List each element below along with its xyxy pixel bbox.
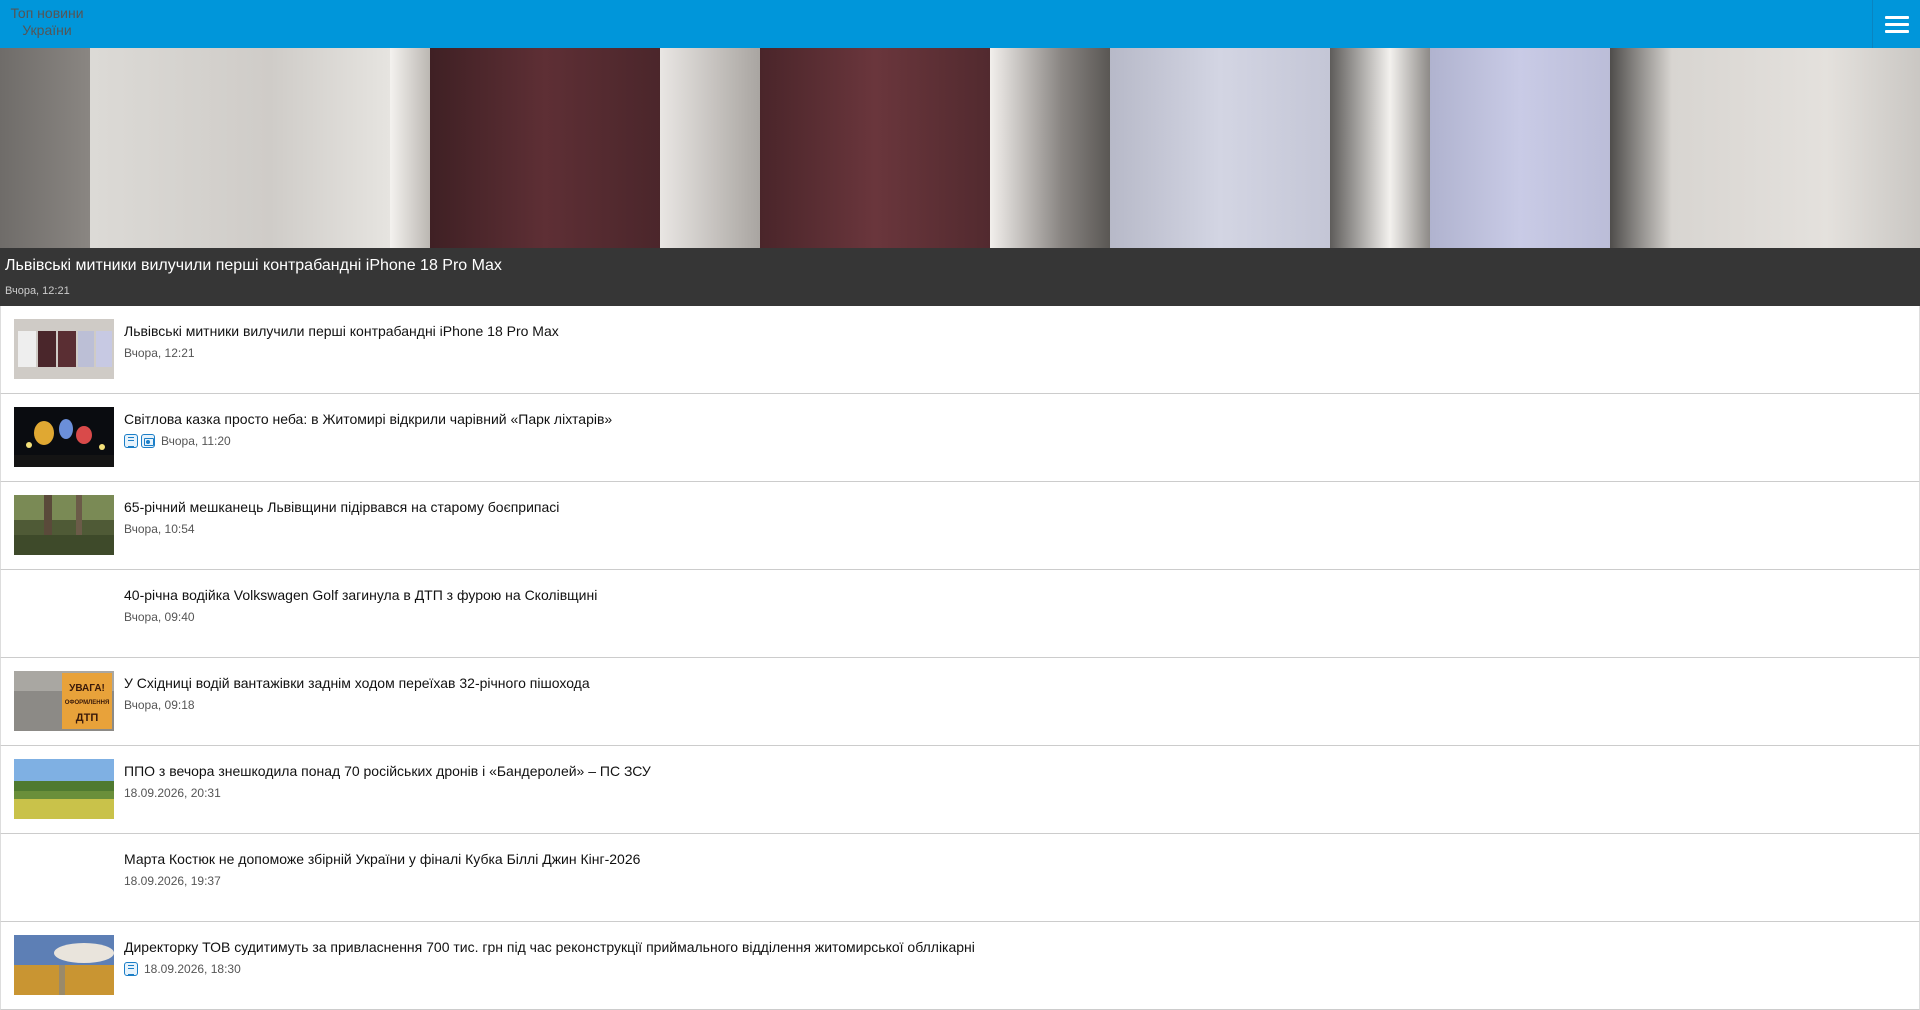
news-date: Вчора, 09:18 — [124, 698, 195, 712]
news-item[interactable]: Марта Костюк не допоможе збірній України… — [0, 834, 1920, 922]
news-title[interactable]: Марта Костюк не допоможе збірній України… — [124, 851, 640, 867]
menu-line — [1884, 15, 1909, 19]
news-date: Вчора, 11:20 — [161, 434, 231, 448]
news-thumbnail[interactable] — [14, 495, 114, 555]
field-image — [14, 759, 114, 819]
lanterns-image — [14, 407, 114, 467]
news-title[interactable]: У Східниці водій вантажівки заднім ходом… — [124, 675, 590, 691]
news-meta: 18.09.2026, 18:30 — [124, 962, 241, 976]
news-item[interactable]: 40-річна водійка Volkswagen Golf загинул… — [0, 570, 1920, 658]
news-item[interactable]: УВАГА! ОФОРМЛЕННЯ ДТП У Східниці водій в… — [0, 658, 1920, 746]
news-title[interactable]: Львівські митники вилучили перші контраб… — [124, 323, 559, 339]
news-meta: Вчора, 09:40 — [124, 610, 195, 624]
featured-date: Вчора, 12:21 — [5, 285, 70, 297]
news-meta: Вчора, 09:18 — [124, 698, 195, 712]
featured-image[interactable] — [0, 48, 1920, 248]
sign-text: УВАГА! — [69, 683, 105, 694]
news-item[interactable]: 65-річний мешканець Львівщини підірвався… — [0, 482, 1920, 570]
menu-line — [1884, 22, 1909, 26]
news-item[interactable]: Львівські митники вилучили перші контраб… — [0, 306, 1920, 394]
news-meta: Вчора, 12:21 — [124, 346, 195, 360]
forest-image — [14, 495, 114, 555]
accident-sign-image: УВАГА! ОФОРМЛЕННЯ ДТП — [14, 671, 114, 731]
news-date: Вчора, 12:21 — [124, 346, 195, 360]
news-thumbnail[interactable] — [14, 759, 114, 819]
news-thumbnail[interactable]: УВАГА! ОФОРМЛЕННЯ ДТП — [14, 671, 114, 731]
news-date: 18.09.2026, 18:30 — [144, 962, 241, 976]
news-date: Вчора, 10:54 — [124, 522, 195, 536]
menu-line — [1884, 29, 1909, 33]
news-thumbnail[interactable] — [14, 319, 114, 379]
featured-caption[interactable]: Львівські митники вилучили перші контраб… — [0, 248, 1920, 306]
news-item[interactable]: Світлова казка просто неба: в Житомирі в… — [0, 394, 1920, 482]
news-date: 18.09.2026, 20:31 — [124, 786, 221, 800]
news-thumbnail[interactable] — [14, 407, 114, 467]
news-thumbnail[interactable] — [14, 935, 114, 995]
news-item[interactable]: ППО з вечора знешкодила понад 70 російсь… — [0, 746, 1920, 834]
news-date: 18.09.2026, 19:37 — [124, 874, 221, 888]
news-title[interactable]: ППО з вечора знешкодила понад 70 російсь… — [124, 763, 651, 779]
sign-text: ДТП — [76, 712, 99, 724]
news-title[interactable]: Світлова казка просто неба: в Житомирі в… — [124, 411, 612, 427]
phones-image — [14, 319, 114, 379]
news-title[interactable]: 40-річна водійка Volkswagen Golf загинул… — [124, 587, 597, 603]
photo-icon — [141, 434, 155, 448]
news-meta: 18.09.2026, 19:37 — [124, 874, 221, 888]
news-date: Вчора, 09:40 — [124, 610, 195, 624]
news-meta: Вчора, 11:20 — [124, 434, 231, 448]
top-bar: Топ новини України — [0, 0, 1920, 48]
news-item[interactable]: Директорку ТОВ судитимуть за привласненн… — [0, 922, 1920, 1010]
news-title[interactable]: Директорку ТОВ судитимуть за привласненн… — [124, 939, 975, 955]
hamburger-menu-icon[interactable] — [1872, 0, 1920, 48]
wheat-field-image — [14, 935, 114, 995]
news-meta: Вчора, 10:54 — [124, 522, 195, 536]
text-icon — [124, 434, 138, 448]
news-list: Львівські митники вилучили перші контраб… — [0, 306, 1920, 1010]
site-logo[interactable]: Топ новини України — [6, 5, 88, 39]
news-meta: 18.09.2026, 20:31 — [124, 786, 221, 800]
text-icon — [124, 962, 138, 976]
news-title[interactable]: 65-річний мешканець Львівщини підірвався… — [124, 499, 559, 515]
sign-text: ОФОРМЛЕННЯ — [65, 700, 110, 706]
featured-title[interactable]: Львівські митники вилучили перші контраб… — [5, 257, 502, 275]
